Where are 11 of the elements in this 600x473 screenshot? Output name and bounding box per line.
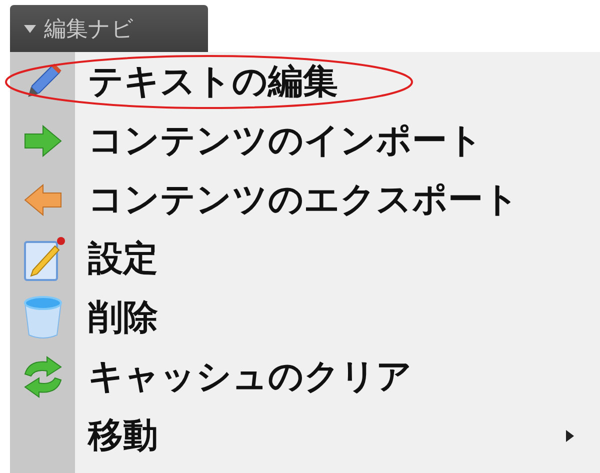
menu-item[interactable]: 設定 bbox=[88, 235, 158, 282]
menu-item[interactable]: 削除 bbox=[88, 294, 158, 341]
edit-navi-menu-button[interactable]: 編集ナビ bbox=[10, 5, 208, 52]
trash-bin-icon bbox=[22, 294, 64, 340]
arrow-right-icon bbox=[22, 124, 62, 158]
menu-item[interactable]: キャッシュのクリア bbox=[88, 353, 412, 400]
menu-item[interactable]: コンテンツのインポート bbox=[88, 117, 483, 164]
arrow-left-icon bbox=[22, 182, 62, 216]
menu-item[interactable]: コンテンツのエクスポート bbox=[88, 176, 519, 223]
menu-item[interactable]: 移動 bbox=[88, 412, 158, 459]
caret-icon bbox=[24, 24, 36, 32]
